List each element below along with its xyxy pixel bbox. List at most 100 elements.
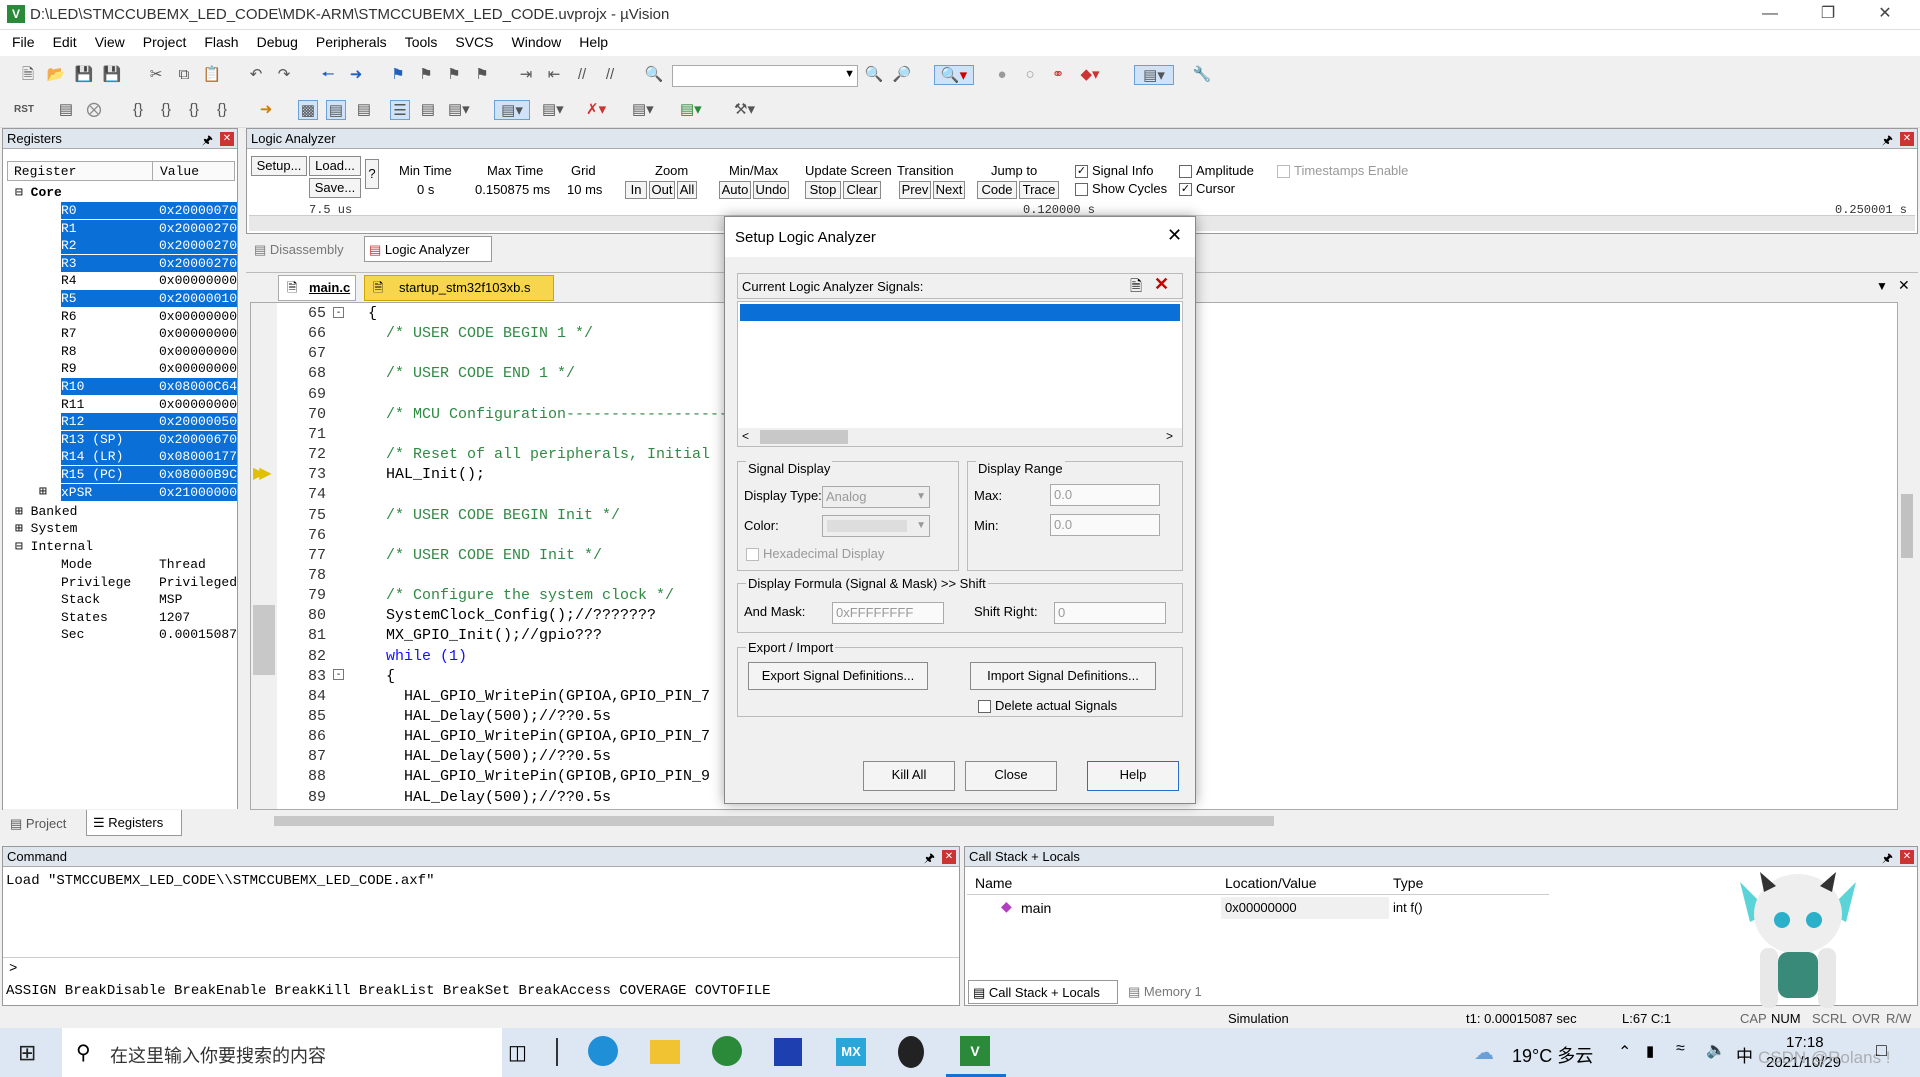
timestamps-checkbox[interactable]: Timestamps Enable bbox=[1277, 163, 1408, 179]
register-row[interactable]: R14 (LR) 0x08000177 bbox=[3, 448, 238, 466]
register-value[interactable]: 0x00000000 bbox=[159, 326, 237, 341]
trace-window-icon[interactable]: ▤▾ bbox=[632, 100, 654, 120]
col-value[interactable]: Value bbox=[160, 164, 199, 179]
signals-list[interactable]: < > bbox=[737, 301, 1183, 447]
symbols-window-icon[interactable]: ▤ bbox=[354, 100, 374, 120]
menu-svcs[interactable]: SVCS bbox=[446, 30, 502, 54]
code-line[interactable]: { bbox=[368, 668, 395, 685]
stm32cubeide-icon[interactable] bbox=[774, 1038, 802, 1066]
weather-text[interactable]: 19°C 多云 bbox=[1512, 1042, 1593, 1068]
close-button[interactable]: Close bbox=[965, 761, 1057, 791]
pin-icon[interactable]: 🖈 bbox=[202, 130, 213, 150]
callstack-row[interactable]: ◆ main 0x00000000 int f() bbox=[967, 897, 1549, 919]
close-icon[interactable]: ✕ bbox=[1900, 850, 1914, 864]
zoom-out-button[interactable]: Out bbox=[649, 181, 675, 199]
register-row[interactable]: xPSR 0x21000000 ⊞ bbox=[3, 483, 238, 502]
zoom-all-button[interactable]: All bbox=[677, 181, 697, 199]
bookmark-prev-icon[interactable]: ⚑ bbox=[416, 65, 436, 85]
taskbar-search[interactable]: ⚲ 在这里输入你要搜索的内容 bbox=[62, 1028, 502, 1077]
run-icon[interactable]: ▤ bbox=[56, 100, 76, 120]
step-out-icon[interactable]: {} bbox=[184, 100, 204, 120]
register-row[interactable]: R9 0x00000000 bbox=[3, 360, 238, 378]
tab-list-dropdown-icon[interactable]: ▼ bbox=[1876, 279, 1888, 293]
register-value[interactable]: 0x00000000 bbox=[159, 397, 237, 412]
code-line[interactable]: HAL_Init(); bbox=[368, 466, 485, 483]
signal-info-checkbox[interactable]: ✓ Signal Info bbox=[1075, 163, 1153, 179]
fold-marker-icon[interactable]: - bbox=[333, 669, 344, 680]
expand-icon[interactable]: ⊞ bbox=[15, 521, 23, 536]
menu-view[interactable]: View bbox=[86, 30, 134, 54]
call-stack-window-icon[interactable]: ▤ bbox=[418, 100, 438, 120]
code-line[interactable]: HAL_Delay(500);//??0.5s bbox=[368, 789, 611, 806]
code-button[interactable]: Code bbox=[977, 181, 1017, 199]
max-input[interactable]: 0.0 bbox=[1050, 484, 1160, 506]
tab-disassembly[interactable]: ▤ Disassembly bbox=[250, 238, 360, 262]
copy-icon[interactable]: ⧉ bbox=[174, 65, 194, 85]
file-explorer-icon[interactable] bbox=[650, 1040, 680, 1064]
import-signals-button[interactable]: Import Signal Definitions... bbox=[970, 662, 1156, 690]
windows-start-icon[interactable]: ⊞ bbox=[18, 1040, 36, 1066]
code-line[interactable]: /* USER CODE BEGIN Init */ bbox=[368, 507, 620, 524]
notification-icon[interactable]: □ bbox=[1876, 1040, 1887, 1061]
code-line[interactable]: MX_GPIO_Init();//gpio??? bbox=[368, 627, 602, 644]
shift-right-input[interactable]: 0 bbox=[1054, 602, 1166, 624]
bookmark-icon[interactable]: ⚑ bbox=[388, 65, 408, 85]
editor-hscroll-thumb[interactable] bbox=[274, 816, 1274, 826]
menu-window[interactable]: Window bbox=[503, 30, 571, 54]
register-value[interactable]: 0x08000C64 bbox=[159, 379, 237, 394]
register-row[interactable]: R13 (SP) 0x20000670 bbox=[3, 430, 238, 449]
export-signals-button[interactable]: Export Signal Definitions... bbox=[748, 662, 928, 690]
color-picker[interactable]: ▼ bbox=[822, 515, 930, 537]
serial-window-icon[interactable]: ▤▾ bbox=[542, 100, 564, 120]
step-icon[interactable]: {} bbox=[128, 100, 148, 120]
register-value[interactable]: 0x20000270 bbox=[159, 238, 237, 253]
code-line[interactable]: HAL_GPIO_WritePin(GPIOA,GPIO_PIN_7 bbox=[368, 728, 710, 745]
reset-icon[interactable]: RST bbox=[14, 100, 34, 120]
tab-callstack[interactable]: ▤ Call Stack + Locals bbox=[968, 980, 1118, 1004]
command-window-icon[interactable]: ▩ bbox=[298, 100, 318, 120]
nav-back-icon[interactable]: 🠔 bbox=[318, 65, 338, 85]
code-line[interactable]: /* USER CODE END Init */ bbox=[368, 547, 602, 564]
menu-file[interactable]: File bbox=[3, 30, 44, 54]
step-over-icon[interactable]: {} bbox=[156, 100, 176, 120]
tab-registers[interactable]: ☰ Registers bbox=[86, 810, 182, 836]
register-row[interactable]: R7 0x00000000 bbox=[3, 325, 238, 343]
unindent-icon[interactable]: ⇤ bbox=[544, 65, 564, 85]
expand-icon[interactable]: ⊞ bbox=[15, 504, 23, 519]
qq-icon[interactable] bbox=[898, 1036, 924, 1068]
register-value[interactable]: 0x20000050 bbox=[159, 414, 237, 429]
register-row[interactable]: R5 0x20000010 bbox=[3, 290, 238, 308]
tab-main-c[interactable]: 🗎 main.c bbox=[278, 275, 356, 301]
menu-debug[interactable]: Debug bbox=[248, 30, 307, 54]
scroll-left-icon[interactable]: < bbox=[742, 429, 749, 443]
debug-session-icon[interactable]: 🔍▾ bbox=[934, 65, 974, 85]
register-row[interactable]: R12 0x20000050 bbox=[3, 413, 238, 431]
run-to-cursor-icon[interactable]: {} bbox=[212, 100, 232, 120]
close-icon[interactable]: ✕ bbox=[1900, 132, 1914, 146]
close-window-button[interactable]: ✕ bbox=[1862, 0, 1908, 30]
comment-icon[interactable]: // bbox=[572, 65, 592, 85]
watch-window-icon[interactable]: ▤▾ bbox=[448, 100, 470, 120]
scroll-right-icon[interactable]: > bbox=[1166, 429, 1173, 443]
find-combo[interactable]: ▼ bbox=[672, 65, 858, 87]
register-value[interactable]: 0x00000000 bbox=[159, 309, 237, 324]
restore-button[interactable]: ❐ bbox=[1805, 0, 1851, 30]
and-mask-input[interactable]: 0xFFFFFFFF bbox=[832, 602, 944, 624]
close-editor-icon[interactable]: ✕ bbox=[1898, 277, 1910, 294]
register-row[interactable]: R0 0x20000070 bbox=[3, 202, 238, 220]
volume-icon[interactable]: 🔈 bbox=[1706, 1040, 1726, 1060]
breakpoint-kill-icon[interactable]: ◆▾ bbox=[1080, 65, 1100, 85]
code-line[interactable]: { bbox=[368, 305, 377, 322]
register-row[interactable]: R3 0x20000270 bbox=[3, 254, 238, 273]
stop-icon[interactable]: ⨂ bbox=[84, 100, 104, 120]
display-type-select[interactable]: Analog ▼ bbox=[822, 486, 930, 508]
load-button[interactable]: Load... bbox=[309, 156, 361, 176]
cut-icon[interactable]: ✂ bbox=[146, 65, 166, 85]
register-value[interactable]: 0x00000000 bbox=[159, 273, 237, 288]
internal-row[interactable]: Mode Thread bbox=[3, 556, 238, 574]
breakpoint-disable-all-icon[interactable]: ⚭ bbox=[1048, 65, 1068, 85]
internal-row[interactable]: Sec 0.00015087 bbox=[3, 626, 238, 644]
register-value[interactable]: 0x21000000 bbox=[159, 485, 237, 500]
show-next-statement-icon[interactable]: ➜ bbox=[256, 100, 276, 120]
new-signal-icon[interactable]: 🗎 bbox=[1130, 276, 1142, 301]
